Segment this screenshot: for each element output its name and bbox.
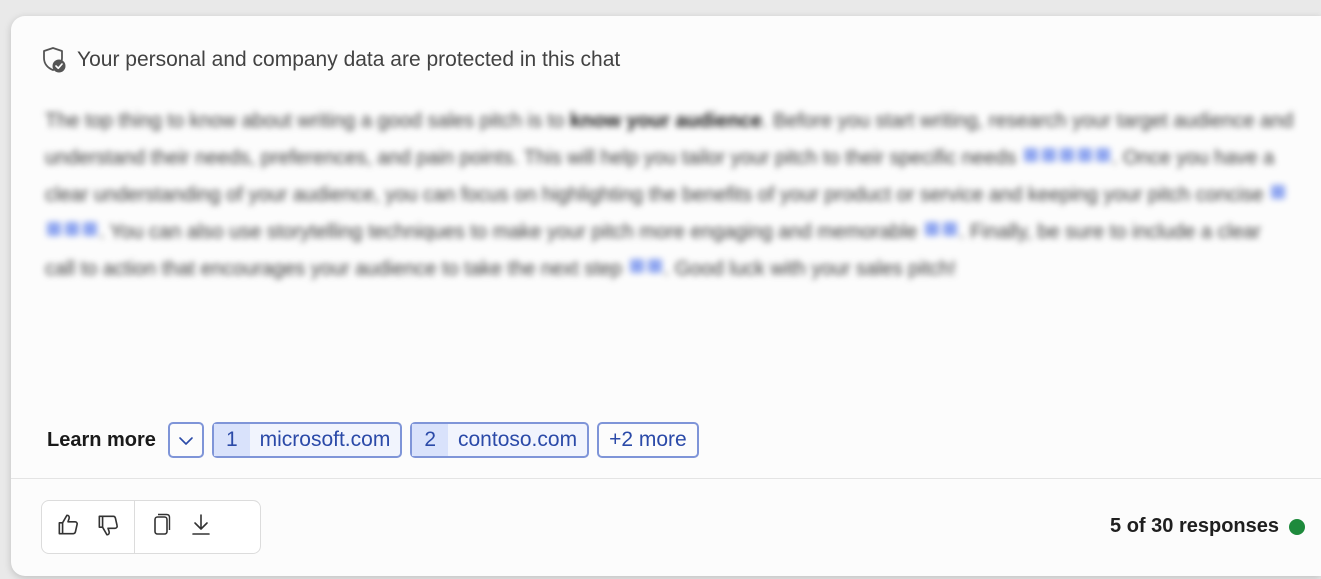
answer-bold: know your audience (569, 110, 763, 132)
thumbs-up-icon (55, 512, 81, 543)
source-chip-microsoft[interactable]: 1 microsoft.com (211, 422, 403, 458)
data-protection-notice: Your personal and company data are prote… (41, 46, 620, 74)
citation-marker[interactable] (1023, 148, 1038, 162)
download-button[interactable] (181, 507, 221, 547)
toolbar-separator (134, 500, 135, 554)
answer-part: The top thing to know about writing a go… (45, 110, 565, 132)
citation-marker[interactable] (1077, 148, 1092, 162)
dislike-button[interactable] (88, 507, 128, 547)
copy-icon (149, 512, 173, 543)
like-button[interactable] (48, 507, 88, 547)
thumbs-down-icon (95, 512, 121, 543)
response-actions-toolbar (41, 500, 261, 554)
source-number: 2 (412, 424, 448, 456)
copy-button[interactable] (141, 507, 181, 547)
citation-marker[interactable] (647, 259, 662, 273)
source-domain: contoso.com (458, 428, 578, 451)
download-icon (189, 512, 213, 543)
learn-more-row: Learn more 1 microsoft.com 2 contoso.com… (47, 422, 699, 458)
answer-text: The top thing to know about writing a go… (45, 103, 1295, 288)
status-dot (1289, 518, 1305, 535)
citation-marker[interactable] (1271, 185, 1286, 199)
source-number: 1 (213, 424, 250, 456)
chevron-down-icon (178, 428, 194, 452)
answer-part: . Good luck with your sales pitch! (663, 258, 956, 280)
learn-more-toggle-button[interactable] (167, 422, 204, 458)
citation-marker[interactable] (942, 222, 957, 236)
chat-response-card: Your personal and company data are prote… (11, 16, 1321, 576)
citation-marker[interactable] (1059, 148, 1074, 162)
response-count-text: 5 of 30 responses (1110, 515, 1279, 537)
more-sources-button[interactable]: +2 more (597, 422, 699, 458)
response-counter: 5 of 30 responses (1110, 515, 1305, 538)
data-protection-text: Your personal and company data are prote… (77, 48, 621, 71)
citation-marker[interactable] (47, 222, 61, 236)
citation-marker[interactable] (1095, 148, 1110, 162)
citation-marker[interactable] (65, 222, 79, 236)
source-domain: microsoft.com (259, 428, 391, 451)
more-sources-label: +2 more (609, 428, 687, 451)
citation-marker[interactable] (924, 222, 939, 236)
shield-check-icon (41, 46, 67, 74)
footer-divider (11, 478, 1321, 479)
learn-more-label: Learn more (47, 428, 156, 451)
citation-marker[interactable] (83, 222, 97, 236)
citation-marker[interactable] (629, 259, 644, 273)
answer-part: . You can also use storytelling techniqu… (99, 221, 918, 243)
source-chip-contoso[interactable]: 2 contoso.com (410, 422, 590, 458)
citation-marker[interactable] (1041, 148, 1056, 162)
